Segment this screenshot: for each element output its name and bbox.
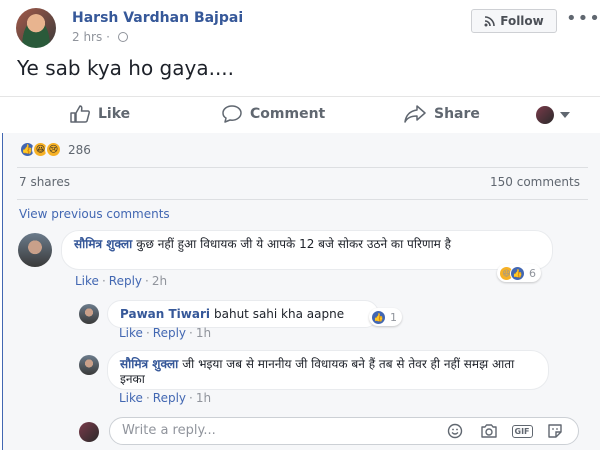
comment-bubble: सौमित्र शुक्ला कुछ नहीं हुआ विधायक जी ये … bbox=[61, 230, 553, 270]
like-label: Like bbox=[98, 106, 131, 122]
comment-reaction-count: 1 bbox=[390, 310, 397, 324]
comment-text: bahut sahi kha aapne bbox=[214, 307, 345, 321]
share-label: Share bbox=[434, 106, 480, 122]
comment-actions: Like · Reply · 1h bbox=[119, 391, 212, 405]
thumbs-up-icon bbox=[70, 105, 90, 123]
commenter-name[interactable]: सौमित्र शुक्ला bbox=[74, 237, 132, 251]
reactions-summary[interactable]: 👍 😆 😢 286 bbox=[19, 141, 91, 158]
emoji-icon[interactable] bbox=[446, 423, 464, 439]
share-button[interactable]: Share bbox=[404, 105, 480, 123]
divider bbox=[17, 199, 588, 200]
more-options-icon[interactable]: ••• bbox=[566, 8, 600, 29]
user-avatar bbox=[79, 422, 99, 442]
rss-icon bbox=[484, 15, 496, 26]
comment-actions: Like · Reply · 2h bbox=[75, 274, 168, 288]
comment-bubble: Pawan Tiwari bahut sahi kha aapne bbox=[107, 300, 379, 328]
like-reaction-icon: 👍 bbox=[371, 309, 386, 325]
audience-selector[interactable] bbox=[536, 106, 570, 124]
commenter-name[interactable]: Pawan Tiwari bbox=[120, 307, 210, 321]
share-icon bbox=[404, 105, 426, 123]
globe-icon bbox=[117, 32, 128, 42]
comment-reactions[interactable]: 👍 1 bbox=[369, 308, 402, 326]
comment-actions: Like · Reply · 1h bbox=[119, 326, 212, 340]
comment-button[interactable]: Comment bbox=[222, 105, 325, 123]
comment-time[interactable]: 2h bbox=[152, 274, 167, 288]
action-bar: Like Comment Share bbox=[0, 96, 600, 134]
view-previous-comments-link[interactable]: View previous comments bbox=[19, 207, 170, 221]
comment-reply-link[interactable]: Reply bbox=[109, 274, 142, 288]
comment-like-link[interactable]: Like bbox=[75, 274, 99, 288]
like-button[interactable]: Like bbox=[70, 105, 130, 123]
camera-icon[interactable] bbox=[480, 423, 498, 439]
chevron-down-icon bbox=[560, 112, 570, 118]
sad-reaction-icon: 😢 bbox=[45, 141, 62, 158]
comment-bubble: सौमित्र शुक्ला जी भइया जब से माननीय जी वि… bbox=[107, 350, 549, 390]
reply-box: GIF bbox=[109, 417, 579, 445]
reaction-count: 286 bbox=[68, 142, 91, 157]
post-meta: 2 hrs · bbox=[72, 30, 128, 44]
comment-like-link[interactable]: Like bbox=[119, 326, 143, 340]
follow-label: Follow bbox=[500, 14, 544, 28]
follow-button[interactable]: Follow bbox=[471, 9, 557, 33]
commenter-avatar[interactable] bbox=[18, 233, 52, 267]
comment-text: कुछ नहीं हुआ विधायक जी ये आपके 12 बजे सो… bbox=[136, 237, 452, 251]
comment-reactions[interactable]: 😆 👍 6 bbox=[497, 264, 541, 282]
user-avatar bbox=[536, 106, 554, 124]
post-text: Ye sab kya ho gaya.... bbox=[17, 56, 235, 80]
author-avatar[interactable] bbox=[16, 8, 56, 48]
gif-icon[interactable]: GIF bbox=[511, 423, 533, 439]
sticker-icon[interactable] bbox=[546, 423, 564, 439]
post-time[interactable]: 2 hrs bbox=[72, 30, 102, 44]
comment-reply-link[interactable]: Reply bbox=[153, 326, 186, 340]
comment-time[interactable]: 1h bbox=[196, 326, 211, 340]
comment-label: Comment bbox=[250, 106, 326, 122]
reply-input[interactable] bbox=[122, 423, 422, 438]
commenter-name[interactable]: सौमित्र शुक्ला bbox=[120, 357, 178, 371]
commenter-avatar[interactable] bbox=[79, 304, 99, 324]
comment-reaction-count: 6 bbox=[529, 266, 536, 280]
comments-section: 👍 😆 😢 286 7 shares 150 comments View pre… bbox=[2, 133, 600, 450]
comment-reply-link[interactable]: Reply bbox=[153, 391, 186, 405]
comment-icon bbox=[222, 105, 242, 123]
shares-count[interactable]: 7 shares bbox=[19, 175, 70, 189]
commenter-avatar[interactable] bbox=[79, 355, 99, 375]
comment-like-link[interactable]: Like bbox=[119, 391, 143, 405]
divider bbox=[17, 167, 588, 168]
post-header: Harsh Vardhan Bajpai 2 hrs · Follow ••• bbox=[0, 0, 600, 50]
comment-text: जी भइया जब से माननीय जी विधायक बने हैं त… bbox=[120, 357, 515, 386]
comments-count[interactable]: 150 comments bbox=[490, 175, 580, 189]
comment-time[interactable]: 1h bbox=[196, 391, 211, 405]
like-reaction-icon: 👍 bbox=[510, 265, 525, 281]
author-name[interactable]: Harsh Vardhan Bajpai bbox=[72, 10, 243, 26]
